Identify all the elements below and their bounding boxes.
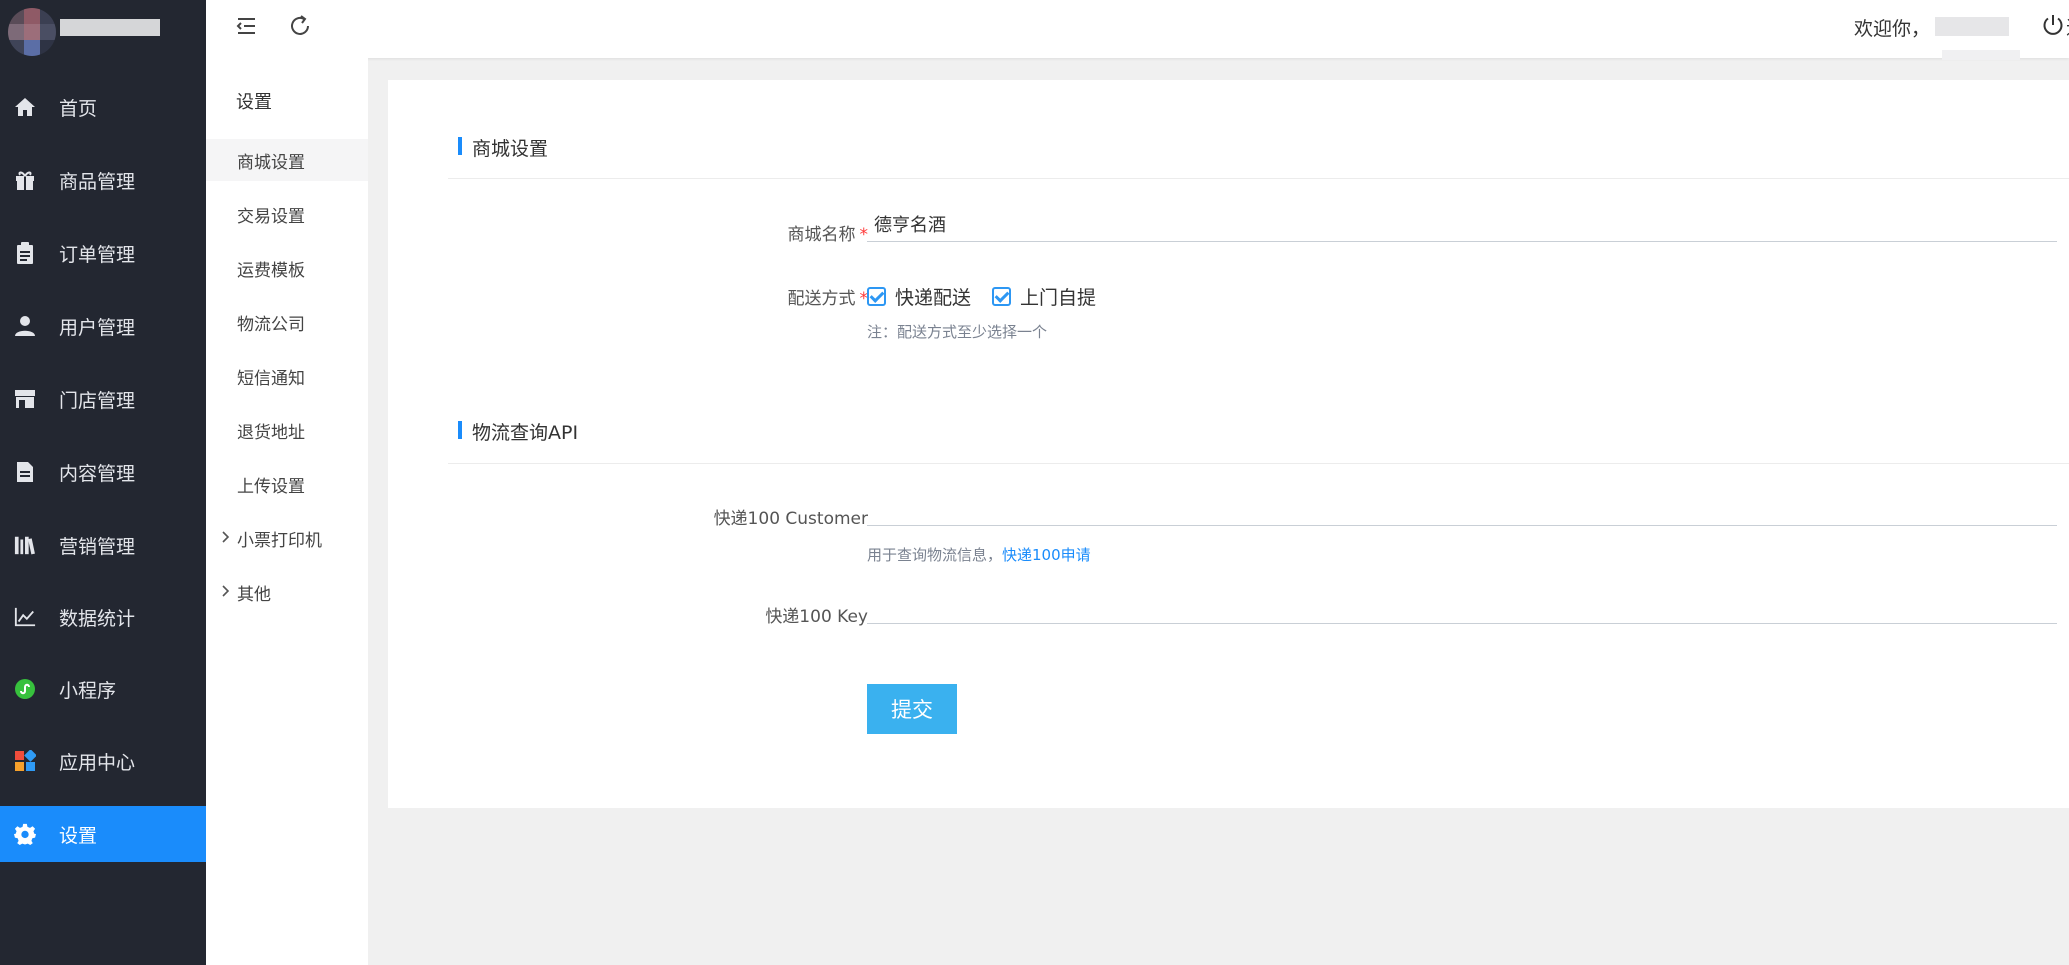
logo[interactable]	[8, 8, 198, 58]
avatar	[8, 8, 56, 56]
kuaidi100-customer-label: 快递100 Customer	[713, 509, 868, 529]
kuaidi100-customer-input[interactable]	[867, 490, 2057, 526]
subnav-item-receipt-printer[interactable]: 小票打印机	[206, 517, 368, 559]
main-sidebar: 首页 商品管理 订单管理 用户管理 门店管理 内容管理 营销管理 数据统计 小程…	[0, 0, 206, 965]
delivery-method-label: 配送方式 *	[787, 289, 869, 309]
sidebar-item-orders[interactable]: 订单管理	[0, 225, 206, 281]
settings-form-card: 商城设置 商城名称* 配送方式* 快递配送 上门自提 注：配送方式至少选择一个 …	[388, 80, 2069, 808]
sidebar-item-settings[interactable]: 设置	[0, 806, 206, 862]
subnav-title: 设置	[236, 92, 272, 113]
store-icon	[14, 388, 36, 410]
kuaidi100-key-input[interactable]	[867, 588, 2057, 624]
kuaidi100-key-label: 快递100 Key	[765, 607, 868, 627]
sidebar-item-content[interactable]: 内容管理	[0, 444, 206, 500]
sidebar-item-app-center[interactable]: 应用中心	[0, 733, 206, 789]
section-title-store: 商城设置	[458, 134, 548, 161]
delivery-hint: 注：配送方式至少选择一个	[867, 323, 1048, 341]
welcome-text: 欢迎你，	[1854, 18, 1931, 40]
subnav-item-trade-settings[interactable]: 交易设置	[206, 193, 368, 235]
sidebar-item-statistics[interactable]: 数据统计	[0, 589, 206, 645]
submit-button[interactable]: 提交	[867, 684, 957, 734]
subnav-item-other[interactable]: 其他	[206, 571, 368, 613]
sidebar-item-marketing[interactable]: 营销管理	[0, 517, 206, 573]
power-icon[interactable]	[2041, 13, 2067, 39]
subnav-item-upload-settings[interactable]: 上传设置	[206, 463, 368, 505]
clipboard-icon	[14, 242, 36, 264]
store-name-blurred	[60, 19, 160, 36]
section-title-logistics-api: 物流查询API	[458, 418, 578, 445]
username-blurred[interactable]	[1935, 17, 2009, 36]
store-name-input[interactable]	[867, 206, 2057, 242]
chart-line-icon	[14, 606, 36, 628]
mini-program-icon	[14, 678, 36, 700]
top-header: 欢迎你， 退	[206, 0, 2069, 60]
subnav-item-shipping-templates[interactable]: 运费模板	[206, 247, 368, 289]
menu-collapse-icon[interactable]	[234, 14, 258, 38]
user-icon	[14, 315, 36, 337]
subnav-item-return-address[interactable]: 退货地址	[206, 409, 368, 451]
apps-icon	[14, 750, 36, 772]
sidebar-item-products[interactable]: 商品管理	[0, 152, 206, 208]
sidebar-item-home[interactable]: 首页	[0, 79, 206, 135]
username-dropdown-shadow	[1942, 50, 2020, 60]
gift-icon	[14, 169, 36, 191]
books-icon	[14, 534, 36, 556]
home-icon	[14, 96, 36, 118]
settings-subnav: 设置 商城设置 交易设置 运费模板 物流公司 短信通知 退货地址 上传设置 小票…	[206, 58, 368, 965]
sidebar-item-stores[interactable]: 门店管理	[0, 371, 206, 427]
gear-icon	[14, 823, 36, 845]
sidebar-item-users[interactable]: 用户管理	[0, 298, 206, 354]
checkbox-checked-icon	[867, 287, 886, 306]
subnav-item-sms-notifications[interactable]: 短信通知	[206, 355, 368, 397]
kuaidi100-apply-link[interactable]: 快递100申请	[1002, 546, 1091, 564]
chevron-right-icon	[221, 530, 233, 544]
chevron-right-icon	[221, 584, 233, 598]
refresh-icon[interactable]	[288, 14, 312, 38]
checkbox-checked-icon	[992, 287, 1011, 306]
divider	[448, 178, 2069, 179]
sidebar-item-mini-program[interactable]: 小程序	[0, 661, 206, 717]
document-icon	[14, 461, 36, 483]
divider	[448, 463, 2069, 464]
store-name-label: 商城名称 *	[787, 225, 869, 245]
subnav-item-store-settings[interactable]: 商城设置	[206, 139, 368, 181]
customer-hint: 用于查询物流信息，快递100申请	[867, 546, 1091, 564]
self-pickup-checkbox[interactable]: 上门自提	[992, 283, 1096, 310]
express-delivery-checkbox[interactable]: 快递配送	[867, 283, 971, 310]
subnav-item-logistics-companies[interactable]: 物流公司	[206, 301, 368, 343]
